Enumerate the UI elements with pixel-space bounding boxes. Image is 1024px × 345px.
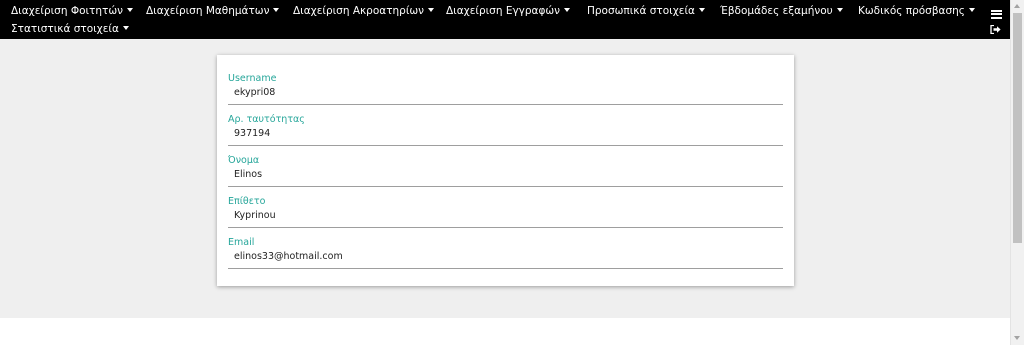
nav-item-label: Στατιστικά στοιχεία (11, 23, 119, 35)
field-label: Username (228, 73, 277, 84)
email-field: Email elinos33@hotmail.com (228, 237, 783, 271)
field-underline (228, 227, 783, 228)
nav-item-label: Κωδικός πρόσβασης (858, 5, 965, 17)
nav-item-semester-weeks[interactable]: Έβδομάδες εξαμήνου (720, 3, 843, 20)
first-name-field: Όνομα Elinos (228, 155, 783, 189)
field-underline (228, 268, 783, 269)
hamburger-menu-icon[interactable] (991, 10, 1002, 19)
main-content: Username ekypri08 Αρ. ταυτότητας 937194 … (0, 39, 1010, 318)
caret-down-icon (968, 8, 975, 12)
nav-item-statistics[interactable]: Στατιστικά στοιχεία (11, 21, 129, 38)
nav-item-auditorium-management[interactable]: Διαχείριση Ακροατηρίων (293, 3, 435, 20)
profile-card: Username ekypri08 Αρ. ταυτότητας 937194 … (217, 55, 794, 286)
nav-item-label: Διαχείριση Μαθημάτων (146, 5, 270, 17)
id-number-field: Αρ. ταυτότητας 937194 (228, 114, 783, 148)
scrollbar-thumb[interactable] (1013, 13, 1022, 243)
field-label: Αρ. ταυτότητας (228, 114, 305, 125)
field-underline (228, 104, 783, 105)
field-underline (228, 145, 783, 146)
caret-down-icon (122, 26, 129, 30)
nav-item-personal-info[interactable]: Προσωπικά στοιχεία (587, 3, 705, 20)
scroll-up-arrow-icon[interactable] (1014, 4, 1020, 8)
sign-out-icon[interactable] (990, 25, 1001, 34)
caret-down-icon (698, 8, 705, 12)
caret-down-icon (428, 8, 435, 12)
nav-item-label: Έβδομάδες εξαμήνου (720, 5, 833, 17)
nav-item-password[interactable]: Κωδικός πρόσβασης (858, 3, 975, 20)
field-value: 937194 (234, 128, 271, 139)
nav-item-label: Διαχείριση Ακροατηρίων (293, 5, 425, 17)
field-value: ekypri08 (234, 87, 276, 98)
page-footer-area (0, 318, 1010, 345)
nav-item-enrollment-management[interactable]: Διαχείριση Εγγραφών (446, 3, 571, 20)
field-value: Kyprinou (234, 210, 276, 221)
top-navbar: Διαχείριση Φοιτητών Διαχείριση Μαθημάτων… (0, 0, 1010, 39)
field-value: elinos33@hotmail.com (234, 251, 343, 262)
field-label: Επίθετο (228, 196, 266, 207)
username-field: Username ekypri08 (228, 73, 783, 107)
field-label: Όνομα (228, 155, 260, 166)
vertical-scrollbar[interactable] (1010, 0, 1024, 345)
nav-item-student-management[interactable]: Διαχείριση Φοιτητών (11, 3, 134, 20)
nav-item-label: Διαχείριση Φοιτητών (11, 5, 124, 17)
field-label: Email (228, 237, 255, 248)
field-value: Elinos (234, 169, 263, 180)
last-name-field: Επίθετο Kyprinou (228, 196, 783, 230)
caret-down-icon (127, 8, 134, 12)
caret-down-icon (564, 8, 571, 12)
nav-row-primary: Διαχείριση Φοιτητών Διαχείριση Μαθημάτων… (0, 3, 1010, 20)
scroll-down-arrow-icon[interactable] (1014, 336, 1020, 340)
nav-item-course-management[interactable]: Διαχείριση Μαθημάτων (146, 3, 280, 20)
caret-down-icon (273, 8, 280, 12)
nav-row-secondary: Στατιστικά στοιχεία (0, 21, 1010, 38)
nav-item-label: Διαχείριση Εγγραφών (446, 5, 561, 17)
nav-item-label: Προσωπικά στοιχεία (587, 5, 695, 17)
caret-down-icon (836, 8, 843, 12)
field-underline (228, 186, 783, 187)
